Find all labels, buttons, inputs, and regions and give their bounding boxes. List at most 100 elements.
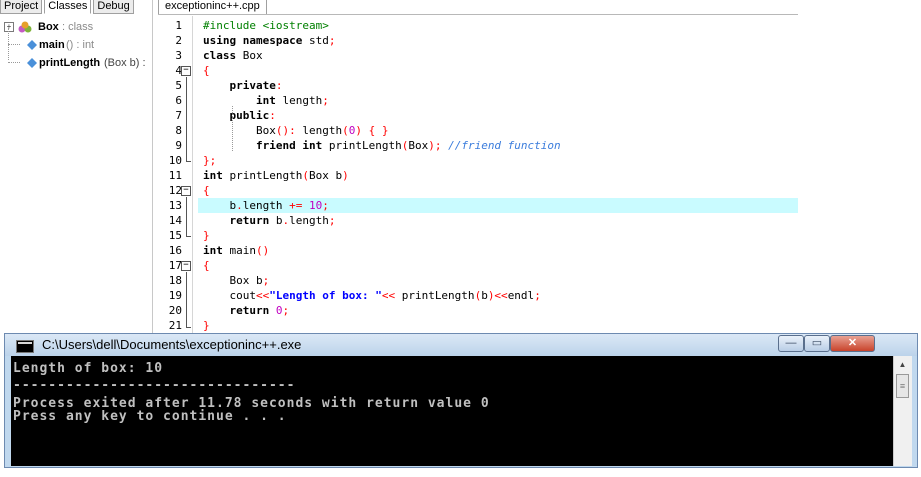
line-number: 20 — [168, 304, 182, 317]
left-panel-tabs: Project Classes Debug — [0, 0, 152, 14]
code-token: ; — [322, 94, 329, 107]
code-line[interactable]: 14 return b.length; — [158, 213, 798, 228]
code-token: Box — [203, 124, 276, 137]
code-text: { — [203, 63, 210, 78]
code-token: printLength — [322, 139, 402, 152]
code-line[interactable]: 18 Box b; — [158, 273, 798, 288]
tab-classes[interactable]: Classes — [44, 0, 92, 14]
code-line[interactable]: 21} — [158, 318, 798, 333]
fold-guide — [186, 236, 191, 237]
code-token: b — [203, 199, 237, 212]
line-number: 11 — [168, 169, 182, 182]
code-text: Box b; — [203, 273, 269, 288]
code-token: 10 — [308, 199, 323, 212]
code-token: ); — [428, 139, 442, 152]
code-token: return — [229, 214, 270, 227]
code-token: main — [222, 244, 256, 257]
fold-guide — [186, 77, 187, 161]
tree-method-name: main — [39, 39, 65, 51]
editor-file-tab[interactable]: exceptioninc++.cpp — [158, 0, 267, 14]
code-editor[interactable]: 1 #include <iostream> 2 using namespace std… — [158, 16, 798, 333]
code-token: endl — [507, 289, 535, 302]
code-token: )<< — [487, 289, 508, 302]
tree-item-printlength[interactable]: printLength (Box b) : — [0, 54, 152, 72]
code-line[interactable]: 12− { — [158, 183, 798, 198]
code-token: printLength — [395, 289, 475, 302]
code-token: class — [203, 49, 237, 62]
code-token: ) — [355, 124, 362, 137]
console-window[interactable]: C:\Users\dell\Documents\exceptioninc++.e… — [4, 333, 918, 468]
code-token: int — [203, 169, 223, 182]
code-line[interactable]: 3 class Box — [158, 48, 798, 63]
line-number: 21 — [168, 319, 182, 332]
code-token: : — [269, 109, 276, 122]
code-line[interactable]: 9 friend int printLength(Box); //friend … — [158, 138, 798, 153]
line-number: 15 — [168, 229, 182, 242]
code-line[interactable]: 8 Box(): length(0) { } — [158, 123, 798, 138]
code-line[interactable]: 2 using namespace std; — [158, 33, 798, 48]
code-line[interactable]: 6 int length; — [158, 93, 798, 108]
code-token: int — [255, 94, 276, 107]
code-token: "Length of box: " — [269, 289, 382, 302]
code-line[interactable]: 19 cout<<"Length of box: "<< printLength… — [158, 288, 798, 303]
code-line[interactable]: 16 int main() — [158, 243, 798, 258]
method-icon — [27, 58, 37, 68]
tab-project[interactable]: Project — [0, 0, 43, 14]
code-text: #include <iostream> — [203, 18, 329, 33]
code-token: #include <iostream> — [203, 19, 329, 32]
code-line[interactable]: 11 int printLength(Box b) — [158, 168, 798, 183]
line-number: 3 — [175, 49, 182, 62]
fold-toggle-icon[interactable]: − — [181, 261, 191, 271]
code-token: //friend function — [448, 139, 561, 152]
code-text: private: — [203, 78, 283, 93]
tree-item-main[interactable]: main () : int — [0, 36, 152, 54]
tree-method-signature: () : int — [66, 39, 95, 51]
tree-item-box-class[interactable]: + Box : class — [0, 18, 152, 36]
console-line: Press any key to continue . . . — [13, 409, 287, 424]
code-line[interactable]: 5 private: — [158, 78, 798, 93]
code-token: += — [289, 199, 303, 212]
code-token: private — [229, 79, 276, 92]
code-line[interactable]: 10}; — [158, 153, 798, 168]
code-token: Box b — [203, 274, 263, 287]
scroll-up-icon[interactable]: ▲ — [896, 358, 909, 371]
method-icon — [27, 40, 37, 50]
maximize-button[interactable]: ▭ — [804, 335, 830, 352]
fold-guide — [186, 197, 187, 236]
code-token: friend int — [255, 139, 323, 152]
code-line[interactable]: 4− { — [158, 63, 798, 78]
editor-tab-divider — [158, 14, 798, 15]
code-line[interactable]: 7 public: — [158, 108, 798, 123]
code-line[interactable]: 15} — [158, 228, 798, 243]
console-scrollbar[interactable]: ▲ ≡ — [893, 356, 912, 466]
code-token: length — [289, 214, 329, 227]
fold-toggle-icon[interactable]: − — [181, 186, 191, 196]
fold-toggle-icon[interactable]: − — [181, 66, 191, 76]
code-token: using namespace — [203, 34, 303, 47]
code-line[interactable]: 20 return 0; — [158, 303, 798, 318]
line-number: 14 — [168, 214, 182, 227]
expand-toggle-icon[interactable]: + — [4, 22, 14, 32]
code-text: using namespace std; — [203, 33, 335, 48]
code-line[interactable]: 13 b.length += 10; — [158, 198, 798, 213]
line-number: 9 — [175, 139, 182, 152]
minimize-button[interactable]: — — [778, 335, 804, 352]
close-button[interactable]: ✕ — [830, 335, 875, 352]
code-token: } — [203, 229, 210, 242]
code-token: ; — [328, 214, 336, 227]
code-line[interactable]: 17− { — [158, 258, 798, 273]
console-titlebar[interactable]: C:\Users\dell\Documents\exceptioninc++.e… — [5, 334, 917, 356]
indent-guide — [232, 106, 233, 151]
code-token: ) — [342, 169, 349, 182]
code-text: { — [203, 183, 210, 198]
code-line[interactable]: 1 #include <iostream> — [158, 18, 798, 33]
tab-debug[interactable]: Debug — [93, 0, 134, 14]
tree-method-signature: (Box b) : — [104, 57, 146, 69]
console-output[interactable]: Length of box: 10 ----------------------… — [11, 356, 893, 466]
code-text: }; — [203, 153, 216, 168]
scroll-thumb[interactable]: ≡ — [896, 374, 909, 398]
